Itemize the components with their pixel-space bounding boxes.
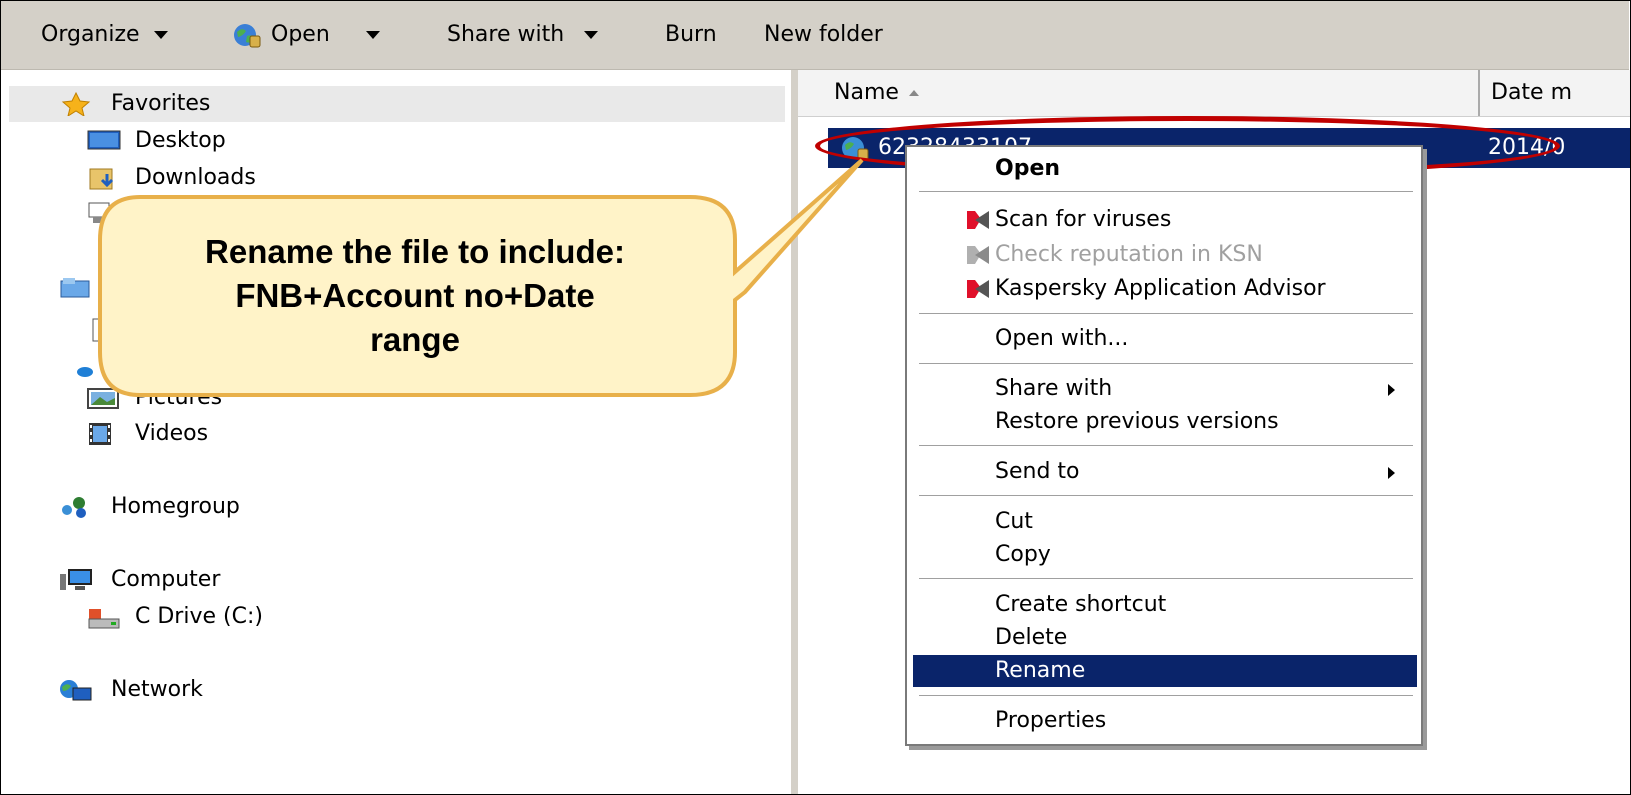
callout-line-1: Rename the file to include:: [205, 233, 625, 270]
callout-line-2: FNB+Account no+Date: [235, 277, 595, 314]
callout-line-3: range: [370, 321, 460, 358]
callout-text: Rename the file to include: FNB+Account …: [120, 230, 710, 362]
callout-bubble: [98, 158, 864, 397]
